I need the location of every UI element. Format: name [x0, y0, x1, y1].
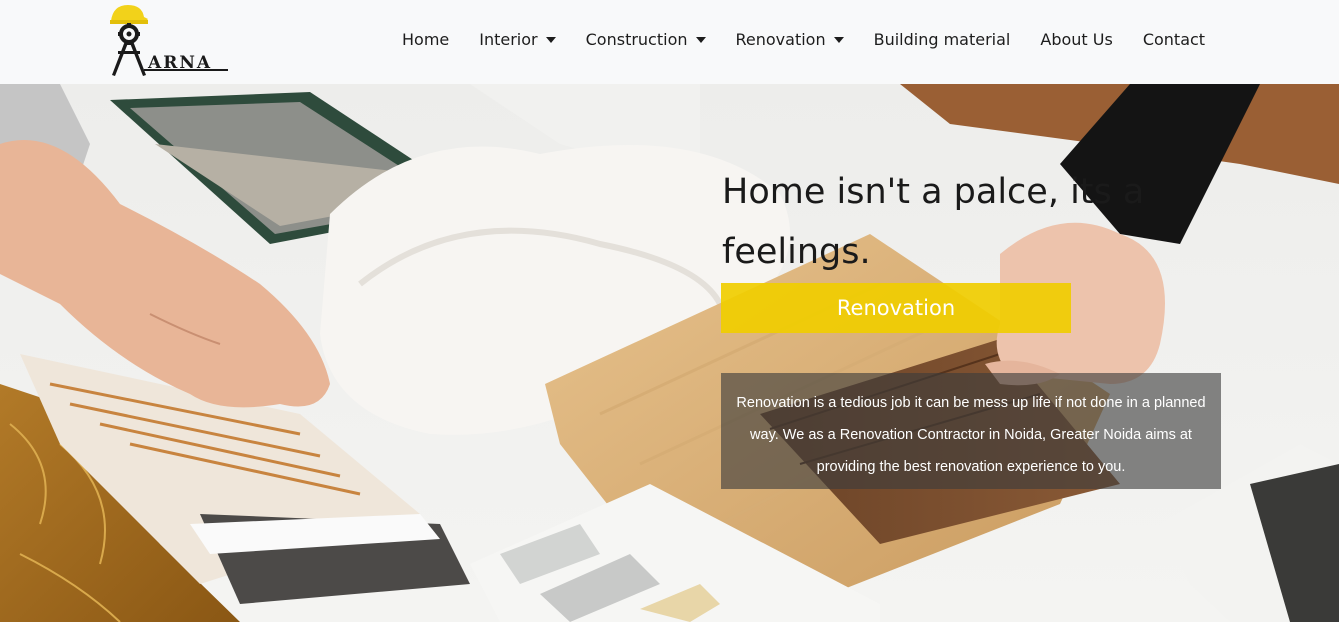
main-nav: Home Interior Construction Renovation Bu… [402, 30, 1205, 49]
nav-item-label: Construction [585, 30, 688, 49]
nav-item-renovation[interactable]: Renovation [736, 30, 844, 49]
nav-item-home[interactable]: Home [402, 30, 449, 49]
brand-name: ARNA [148, 53, 213, 73]
nav-item-about-us[interactable]: About Us [1040, 30, 1112, 49]
nav-item-label: Interior [479, 30, 538, 49]
nav-item-label: Contact [1142, 30, 1206, 49]
hero-headline: Home isn't a palce, its a feelings. [722, 172, 1145, 272]
renovation-button[interactable]: Renovation [721, 283, 1071, 333]
caret-down-icon [695, 36, 706, 43]
navbar: ARNA Home Interior Construction Renovati… [0, 0, 1339, 84]
brand-logo[interactable]: ARNA [108, 3, 230, 79]
nav-item-building-material[interactable]: Building material [874, 30, 1011, 49]
nav-item-interior[interactable]: Interior [479, 30, 556, 49]
nav-item-label: Building material [873, 30, 1011, 49]
nav-item-label: About Us [1040, 30, 1113, 49]
hero-banner: Home isn't a palce, its a feelings. Reno… [0, 84, 1339, 622]
nav-item-contact[interactable]: Contact [1143, 30, 1205, 49]
nav-item-label: Home [402, 30, 450, 49]
nav-item-label: Renovation [735, 30, 826, 49]
hero-description-box: Renovation is a tedious job it can be me… [721, 373, 1221, 489]
hero-description: Renovation is a tedious job it can be me… [736, 395, 1206, 475]
caret-down-icon [545, 36, 556, 43]
caret-down-icon [833, 36, 844, 43]
nav-item-construction[interactable]: Construction [586, 30, 706, 49]
